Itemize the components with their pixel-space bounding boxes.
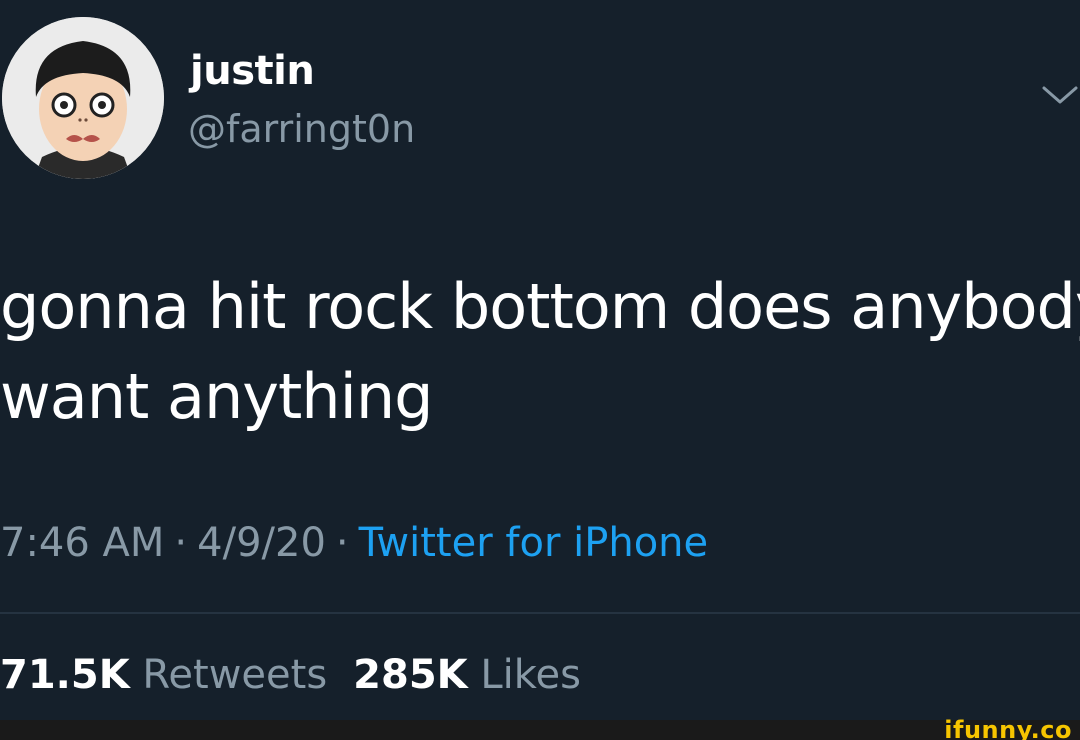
divider (0, 612, 1080, 614)
meta-separator: · (174, 520, 188, 566)
tweet-stats: 71.5K Retweets 285K Likes (0, 652, 581, 698)
tweet-metadata: 7:46 AM · 4/9/20 · Twitter for iPhone (0, 520, 708, 566)
retweets-stat[interactable]: 71.5K Retweets (0, 652, 327, 698)
likes-stat[interactable]: 285K Likes (353, 652, 581, 698)
tweet-time[interactable]: 7:46 AM (0, 520, 164, 566)
chevron-down-icon[interactable] (1040, 80, 1080, 110)
likes-count: 285K (353, 652, 468, 698)
tweet-text-line-1: gonna hit rock bottom does anybody (0, 270, 1080, 343)
retweets-count: 71.5K (0, 652, 130, 698)
likes-label: Likes (480, 652, 581, 698)
author-avatar[interactable] (2, 17, 164, 179)
author-display-name[interactable]: justin (190, 48, 315, 94)
meta-separator: · (335, 520, 349, 566)
ifunny-watermark: ifunny.co (944, 716, 1072, 740)
author-handle[interactable]: @farringt0n (188, 107, 415, 151)
tweet-date[interactable]: 4/9/20 (197, 520, 326, 566)
retweets-label: Retweets (142, 652, 328, 698)
tweet-text: gonna hit rock bottom does anybody want … (0, 262, 1080, 442)
tweet-card: justin @farringt0n gonna hit rock bottom… (0, 0, 1080, 740)
watermark-bar: ifunny.co (0, 716, 1080, 740)
tweet-text-line-2: want anything (0, 360, 433, 433)
tweet-source-link[interactable]: Twitter for iPhone (359, 520, 709, 566)
avatar-cartoon-face-icon (2, 17, 164, 179)
